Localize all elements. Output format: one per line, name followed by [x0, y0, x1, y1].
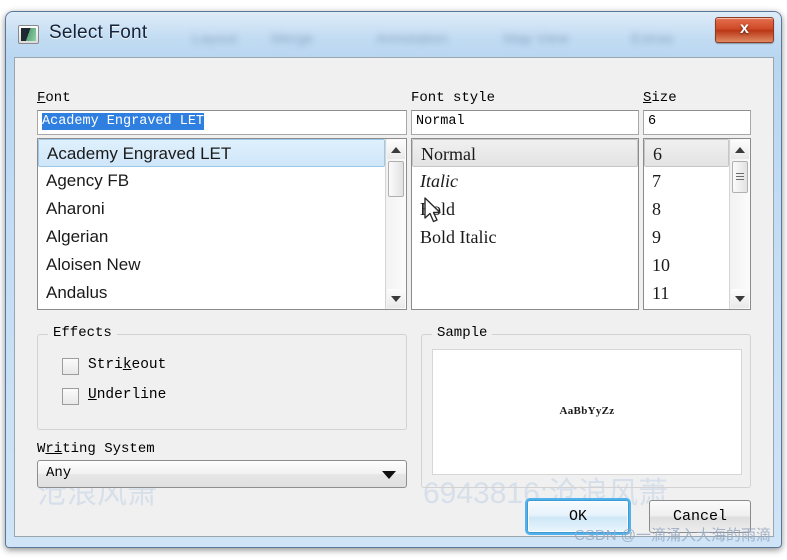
- list-item[interactable]: Agency FB: [38, 167, 385, 195]
- font-style-listbox[interactable]: Normal Italic Bold Bold Italic: [411, 138, 639, 310]
- list-item[interactable]: Italic: [412, 167, 638, 195]
- scroll-down-icon[interactable]: [387, 289, 405, 308]
- title-bar[interactable]: Select Font x: [6, 12, 781, 58]
- sample-text: AaBbYyZz: [559, 405, 615, 417]
- list-item[interactable]: 8: [644, 195, 729, 223]
- font-label: Font: [37, 90, 71, 106]
- size-label: Size: [643, 90, 677, 106]
- size-listbox[interactable]: 6 7 8 9 10 11: [643, 138, 751, 310]
- font-dialog-window: Layout Merge Annotation Map View Extras …: [5, 11, 782, 548]
- list-item[interactable]: Academy Engraved LET: [38, 139, 385, 167]
- font-list-scrollbar[interactable]: [385, 139, 406, 309]
- writing-system-value: Any: [46, 465, 72, 481]
- effects-groupbox: Effects Strikeout Underline: [37, 325, 407, 430]
- underline-checkbox[interactable]: [62, 388, 79, 405]
- cancel-button[interactable]: Cancel: [649, 500, 751, 533]
- list-item[interactable]: 7: [644, 167, 729, 195]
- size-list-scrollbar[interactable]: [729, 139, 750, 309]
- scroll-down-icon[interactable]: [731, 289, 749, 308]
- list-item[interactable]: Bold: [412, 195, 638, 223]
- font-style-input-value: Normal: [416, 114, 465, 129]
- list-item[interactable]: Normal: [412, 139, 638, 167]
- ok-button[interactable]: OK: [527, 500, 629, 533]
- sample-groupbox: Sample AaBbYyZz: [421, 325, 751, 488]
- sample-preview: AaBbYyZz: [432, 349, 742, 475]
- size-list-items: 6 7 8 9 10 11: [644, 139, 729, 307]
- window-icon: [18, 25, 39, 44]
- list-item[interactable]: Algerian: [38, 223, 385, 251]
- list-item[interactable]: Aloisen New: [38, 251, 385, 279]
- list-item[interactable]: 9: [644, 223, 729, 251]
- sample-group-title: Sample: [432, 325, 493, 341]
- close-button[interactable]: x: [715, 17, 774, 43]
- scroll-up-icon[interactable]: [387, 140, 405, 159]
- chevron-down-icon: [382, 471, 396, 479]
- list-item[interactable]: 11: [644, 279, 729, 307]
- list-item[interactable]: Andalus: [38, 279, 385, 307]
- window-title: Select Font: [49, 22, 148, 43]
- scroll-up-icon[interactable]: [731, 140, 749, 159]
- font-listbox[interactable]: Academy Engraved LET Agency FB Aharoni A…: [37, 138, 407, 310]
- screenshot-root: Layout Merge Annotation Map View Extras …: [0, 0, 787, 560]
- scroll-thumb[interactable]: [732, 161, 748, 193]
- list-item[interactable]: Aharoni: [38, 195, 385, 223]
- font-list-items: Academy Engraved LET Agency FB Aharoni A…: [38, 139, 385, 307]
- underline-label: Underline: [88, 387, 167, 403]
- close-icon: x: [740, 20, 749, 37]
- writing-system-combo[interactable]: Any: [37, 460, 407, 488]
- list-item[interactable]: 10: [644, 251, 729, 279]
- list-item[interactable]: Bold Italic: [412, 223, 638, 251]
- list-item[interactable]: 6: [644, 139, 729, 167]
- size-input-value: 6: [648, 114, 657, 129]
- font-style-label: Font style: [411, 90, 496, 106]
- writing-system-label: Writing System: [37, 441, 155, 457]
- effects-group-title: Effects: [48, 325, 117, 341]
- strikeout-checkbox[interactable]: [62, 358, 79, 375]
- strikeout-label: Strikeout: [88, 357, 167, 373]
- font-style-input[interactable]: Normal: [411, 110, 639, 135]
- scroll-thumb[interactable]: [388, 161, 404, 197]
- dialog-client-area: 沧浪风萧 6943816:沧浪风萧 Font Academy Engraved …: [14, 57, 774, 537]
- font-input-value: Academy Engraved LET: [42, 113, 205, 130]
- size-input[interactable]: 6: [643, 110, 751, 135]
- font-input[interactable]: Academy Engraved LET: [37, 110, 407, 135]
- font-style-list-items: Normal Italic Bold Bold Italic: [412, 139, 638, 251]
